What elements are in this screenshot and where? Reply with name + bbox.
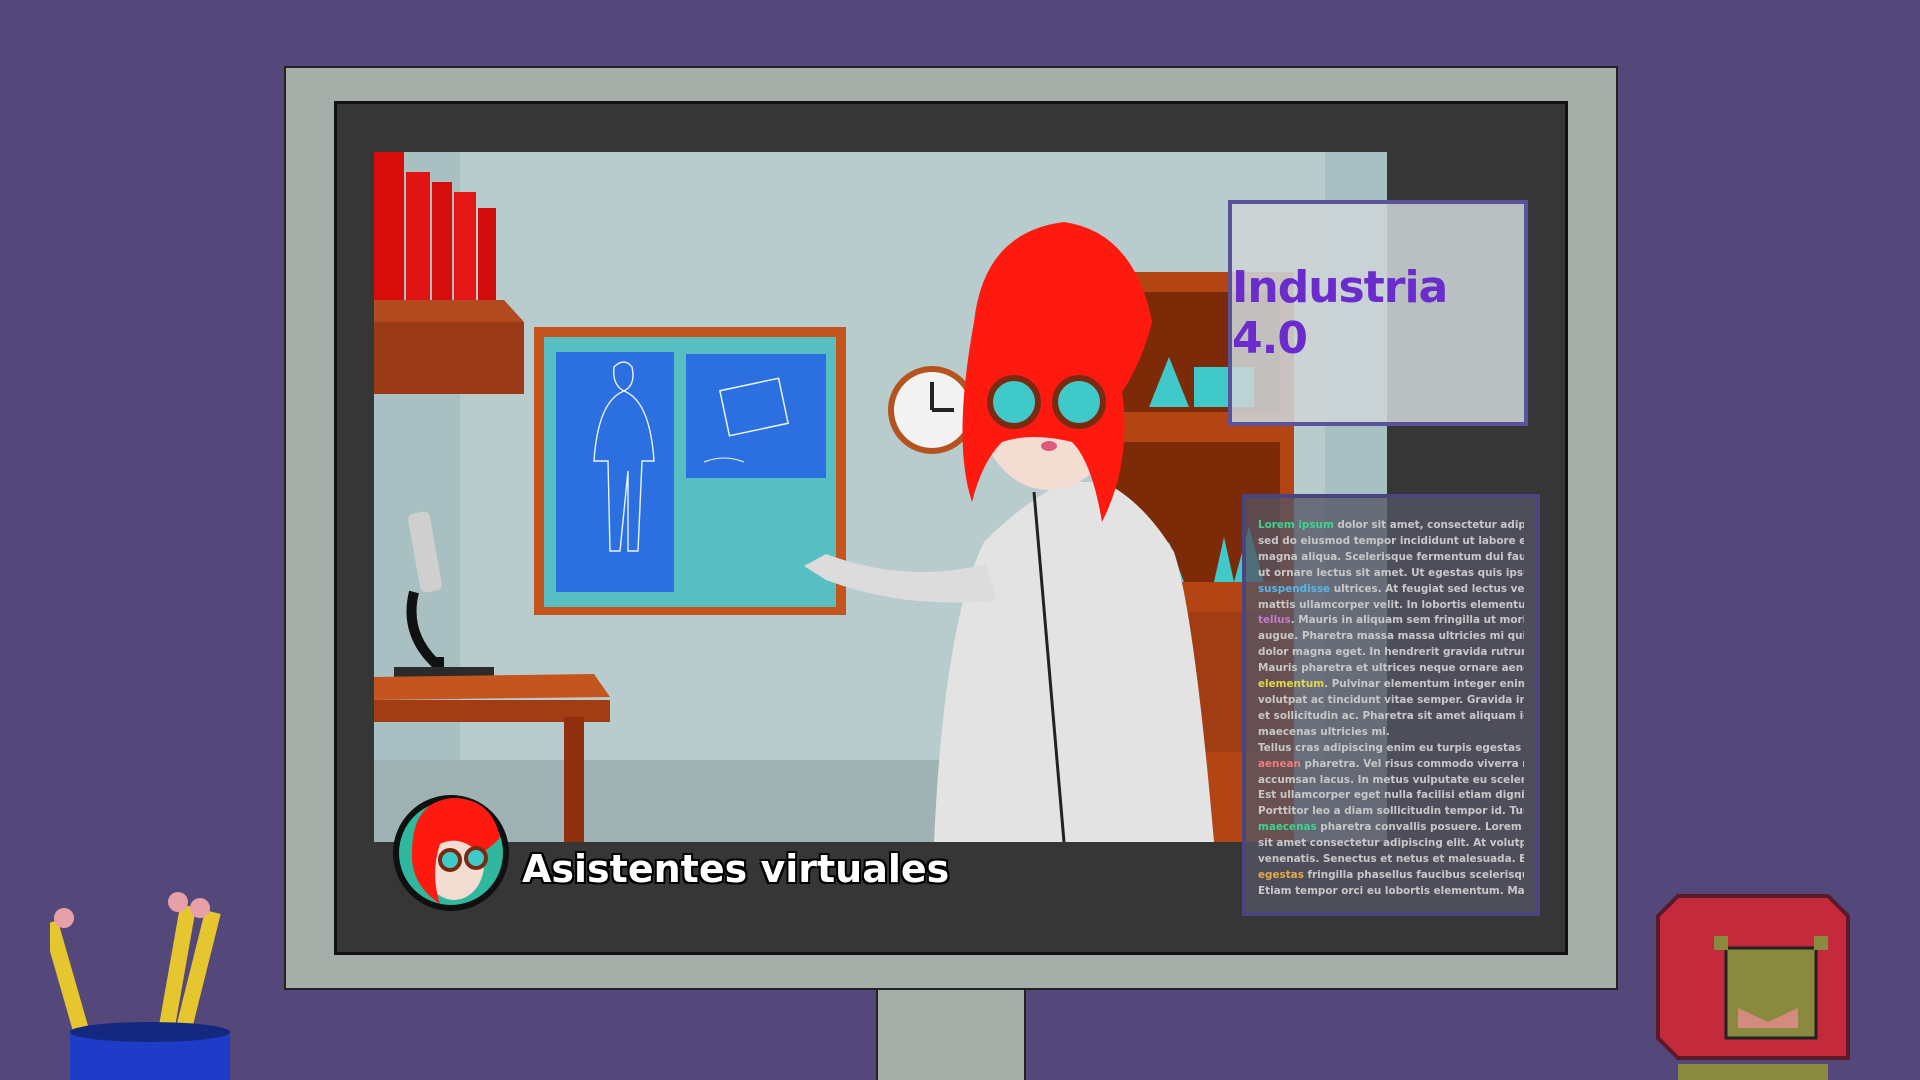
text-panel-line: tellus. Mauris in aliquam sem fringilla … xyxy=(1258,613,1524,629)
highlighted-word: aenean xyxy=(1258,757,1301,770)
text-panel-line: dolor magna eget. In hendrerit gravida r… xyxy=(1258,645,1524,661)
text-panel-line: venenatis. Senectus et netus et malesuad… xyxy=(1258,852,1524,868)
text-panel-line: sit amet consectetur adipiscing elit. At… xyxy=(1258,836,1524,852)
highlighted-word: suspendisse xyxy=(1258,582,1331,595)
text-panel-line: magna aliqua. Scelerisque fermentum dui … xyxy=(1258,550,1524,566)
line-text: ultrices. At feugiat sed lectus vestibul… xyxy=(1333,582,1524,595)
line-text: Etiam tempor orci eu lobortis elementum.… xyxy=(1258,884,1524,897)
line-text: augue. Pharetra massa massa ultricies mi… xyxy=(1258,630,1524,643)
highlighted-word: maecenas xyxy=(1258,821,1317,834)
line-text: Porttitor leo a diam sollicitudin tempor… xyxy=(1258,805,1524,818)
highlighted-word: tellus xyxy=(1258,614,1291,627)
line-text: . Pulvinar elementum integer enim neque xyxy=(1324,678,1524,691)
highlighted-word: Lorem ipsum xyxy=(1258,519,1334,531)
line-text: venenatis. Senectus et netus et malesuad… xyxy=(1258,853,1524,866)
line-text: Est ullamcorper eget nulla facilisi etia… xyxy=(1258,789,1524,802)
line-text: sit amet consectetur adipiscing elit. At… xyxy=(1258,837,1524,850)
text-panel-line: augue. Pharetra massa massa ultricies mi… xyxy=(1258,629,1524,645)
line-text: sed do eiusmod tempor incididunt ut labo… xyxy=(1258,534,1524,547)
text-panel-line: mattis ullamcorper velit. In lobortis el… xyxy=(1258,598,1524,614)
text-panel-line: elementum. Pulvinar elementum integer en… xyxy=(1258,677,1524,693)
line-text: pharetra convallis posuere. Lorem ipsum … xyxy=(1320,821,1524,834)
line-text: maecenas ultricies mi. xyxy=(1258,725,1390,738)
text-panel-line: sed do eiusmod tempor incididunt ut labo… xyxy=(1258,534,1524,550)
line-text: ut ornare lectus sit amet. Ut egestas qu… xyxy=(1258,566,1524,579)
highlighted-word: egestas xyxy=(1258,868,1304,881)
assistant-avatar xyxy=(393,795,509,911)
bookshelf xyxy=(374,152,524,394)
title-panel: Industria 4.0 xyxy=(1228,200,1528,426)
line-text: Mauris pharetra et ultrices neque ornare… xyxy=(1258,662,1524,675)
text-panel-line: accumsan lacus. In metus vulputate eu sc… xyxy=(1258,773,1524,789)
robot-toy xyxy=(1656,894,1850,1080)
text-panel-line: aenean pharetra. Vel risus commodo viver… xyxy=(1258,757,1524,773)
text-panel-line: Est ullamcorper eget nulla facilisi etia… xyxy=(1258,788,1524,804)
line-text: volutpat ac tincidunt vitae semper. Grav… xyxy=(1258,693,1524,706)
line-text: Tellus cras adipiscing enim eu turpis eg… xyxy=(1258,741,1524,754)
text-panel: Lorem ipsum dolor sit amet, consectetur … xyxy=(1242,494,1540,916)
caption-title: Asistentes virtuales xyxy=(522,847,950,891)
line-text: et sollicitudin ac. Pharetra sit amet al… xyxy=(1258,709,1524,722)
text-panel-line: egestas fringilla phasellus faucibus sce… xyxy=(1258,868,1524,884)
line-text: . Mauris in aliquam sem fringilla ut mor… xyxy=(1290,614,1524,627)
highlighted-word: elementum xyxy=(1258,678,1325,691)
line-text: dolor sit amet, consectetur adipiscing e… xyxy=(1337,519,1524,531)
text-panel-line: volutpat ac tincidunt vitae semper. Grav… xyxy=(1258,693,1524,709)
pencil-cup xyxy=(50,892,230,1080)
line-text: dolor magna eget. In hendrerit gravida r… xyxy=(1258,646,1524,659)
text-panel-line: Etiam tempor orci eu lobortis elementum.… xyxy=(1258,884,1524,900)
blueprint-board xyxy=(534,327,846,615)
text-panel-line: suspendisse ultrices. At feugiat sed lec… xyxy=(1258,582,1524,598)
monitor-stand xyxy=(876,990,1026,1080)
text-panel-line: ut ornare lectus sit amet. Ut egestas qu… xyxy=(1258,566,1524,582)
text-panel-line: maecenas ultricies mi. xyxy=(1258,725,1524,741)
line-text: mattis ullamcorper velit. In lobortis el… xyxy=(1258,598,1524,611)
text-panel-line: maecenas pharetra convallis posuere. Lor… xyxy=(1258,820,1524,836)
line-text: fringilla phasellus faucibus scelerisque… xyxy=(1307,868,1525,881)
line-text: accumsan lacus. In metus vulputate eu sc… xyxy=(1258,773,1524,786)
text-panel-line: Tellus cras adipiscing enim eu turpis eg… xyxy=(1258,741,1524,757)
text-panel-line: et sollicitudin ac. Pharetra sit amet al… xyxy=(1258,709,1524,725)
line-text: pharetra. Vel risus commodo viverra maec… xyxy=(1304,757,1524,770)
text-panel-line: Lorem ipsum dolor sit amet, consectetur … xyxy=(1258,518,1524,534)
title-text: Industria 4.0 xyxy=(1232,262,1448,364)
line-text: magna aliqua. Scelerisque fermentum dui … xyxy=(1258,550,1524,563)
text-panel-line: Mauris pharetra et ultrices neque ornare… xyxy=(1258,661,1524,677)
text-panel-line: Porttitor leo a diam sollicitudin tempor… xyxy=(1258,804,1524,820)
